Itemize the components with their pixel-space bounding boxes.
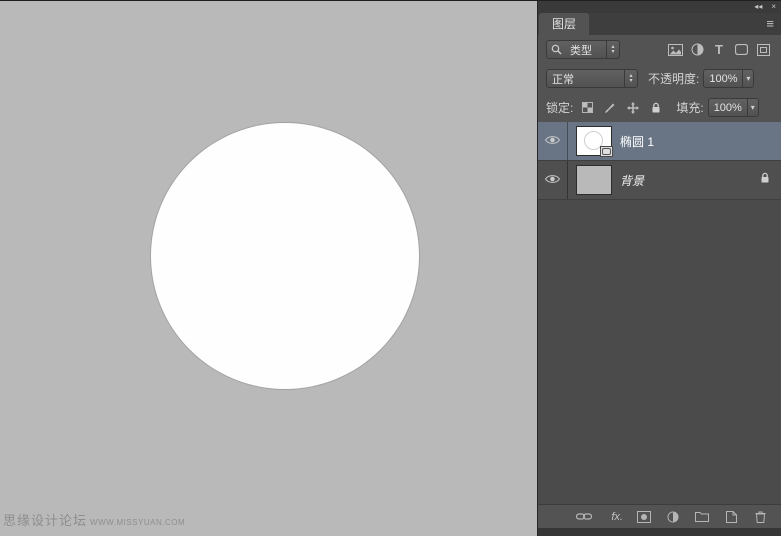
opacity-value: 100%	[704, 73, 742, 85]
lock-all-icon[interactable]	[648, 100, 664, 116]
link-layers-icon[interactable]	[576, 509, 592, 525]
filter-type-layers-icon[interactable]: T	[709, 40, 729, 59]
delete-layer-icon[interactable]	[752, 509, 768, 525]
background-lock	[760, 171, 781, 189]
layer-style-fx-button[interactable]: fx.	[611, 511, 623, 523]
lock-label: 锁定:	[546, 99, 573, 116]
panel-tab-row: 图层 ≡	[538, 13, 781, 35]
watermark-title: 思缘设计论坛	[3, 513, 87, 528]
ellipse-shape[interactable]	[150, 122, 420, 390]
eye-icon	[545, 132, 560, 150]
close-panel-icon[interactable]: ×	[771, 3, 776, 11]
lock-transparency-icon[interactable]	[579, 100, 595, 116]
add-layer-mask-icon[interactable]	[636, 509, 652, 525]
collapse-panels-icon[interactable]: ◂◂	[754, 3, 762, 11]
blend-mode-value: 正常	[547, 71, 579, 87]
filter-shape-layers-icon[interactable]	[731, 40, 751, 59]
lock-icons	[579, 100, 664, 116]
opacity-dropdown[interactable]: 100% ▾	[703, 69, 754, 88]
layer-filter-row: 类型 ▴▾ T	[538, 35, 781, 64]
layer-name[interactable]: 背景	[620, 172, 644, 189]
panel-titlebar: ◂◂ ×	[538, 1, 781, 13]
opacity-label: 不透明度:	[648, 70, 699, 87]
layer-row-ellipse[interactable]: 椭圆 1	[538, 122, 781, 161]
layer-thumbnail[interactable]	[577, 127, 611, 155]
blend-mode-row: 正常 ▴▾ 不透明度: 100% ▾	[538, 64, 781, 93]
shape-layer-badge-icon	[600, 146, 613, 157]
filter-type-dropdown[interactable]: 类型 ▴▾	[546, 40, 620, 59]
visibility-toggle[interactable]	[538, 161, 568, 199]
lock-position-icon[interactable]	[625, 100, 641, 116]
fill-dropdown[interactable]: 100% ▾	[708, 98, 759, 117]
tab-layers[interactable]: 图层	[539, 13, 589, 35]
lock-icon	[760, 171, 770, 189]
canvas-area[interactable]: 思缘设计论坛WWW.MISSYUAN.COM	[0, 1, 537, 536]
visibility-toggle[interactable]	[538, 122, 568, 160]
watermark: 思缘设计论坛WWW.MISSYUAN.COM	[3, 510, 185, 530]
new-layer-icon[interactable]	[723, 509, 739, 525]
layer-name[interactable]: 椭圆 1	[620, 133, 654, 150]
lock-pixels-icon[interactable]	[602, 100, 618, 116]
chevron-down-icon: ▾	[742, 70, 753, 87]
watermark-url: WWW.MISSYUAN.COM	[90, 518, 185, 527]
filter-smart-object-layers-icon[interactable]	[753, 40, 773, 59]
filter-icons: T	[665, 40, 773, 59]
eye-icon	[545, 171, 560, 189]
lock-row: 锁定: 填充: 100% ▾	[538, 93, 781, 122]
layer-thumbnail[interactable]	[577, 166, 611, 194]
new-group-icon[interactable]	[694, 509, 710, 525]
fill-label: 填充:	[676, 99, 703, 116]
dropdown-spinner-icon: ▴▾	[606, 41, 619, 58]
dropdown-spinner-icon: ▴▾	[624, 70, 637, 87]
blend-mode-dropdown[interactable]: 正常 ▴▾	[546, 69, 638, 88]
layers-panel: ◂◂ × 图层 ≡ 类型 ▴▾	[537, 1, 781, 536]
fill-value: 100%	[709, 102, 747, 114]
filter-pixel-layers-icon[interactable]	[665, 40, 685, 59]
layers-bottom-toolbar: fx.	[538, 504, 781, 528]
chevron-down-icon: ▾	[747, 99, 758, 116]
new-adjustment-layer-icon[interactable]	[665, 509, 681, 525]
photoshop-window: 思缘设计论坛WWW.MISSYUAN.COM ◂◂ × 图层 ≡ 类型 ▴▾	[0, 0, 781, 536]
panel-footer	[538, 528, 781, 536]
filter-adjustment-layers-icon[interactable]	[687, 40, 707, 59]
layer-list: 椭圆 1 背景	[538, 122, 781, 504]
layer-row-background[interactable]: 背景	[538, 161, 781, 200]
panel-menu-icon[interactable]: ≡	[766, 16, 774, 31]
search-icon	[547, 44, 565, 55]
filter-type-label: 类型	[565, 42, 597, 58]
